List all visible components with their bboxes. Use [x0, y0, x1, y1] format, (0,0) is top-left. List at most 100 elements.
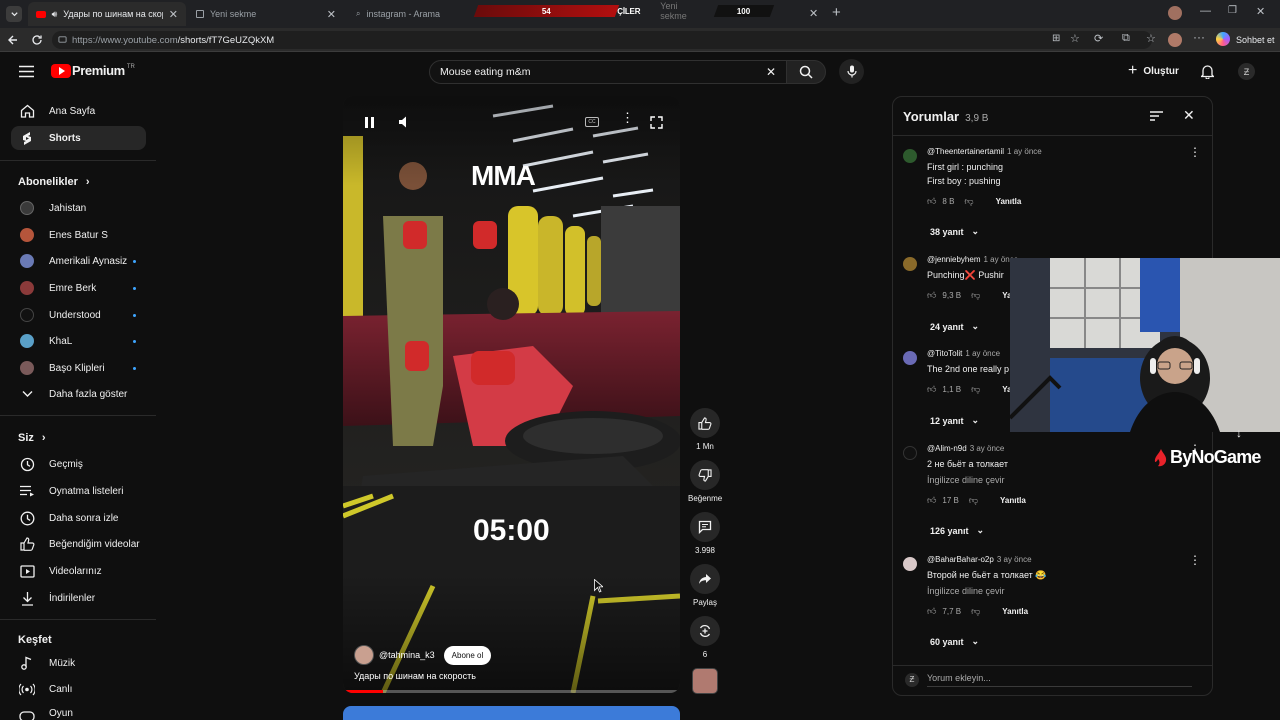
reply-button[interactable]: Yanıtla — [1000, 496, 1026, 505]
comment-avatar[interactable] — [903, 557, 917, 571]
new-tab-icon[interactable]: + — [832, 4, 841, 21]
thumb-down-icon[interactable]: 👎︎ — [971, 606, 980, 617]
comment-avatar[interactable] — [903, 257, 917, 271]
sidebar-item-subscription[interactable]: KhaL — [11, 329, 146, 353]
extensions-icon[interactable]: ⟳ — [1094, 32, 1103, 45]
hamburger-menu-icon[interactable] — [19, 65, 34, 78]
speaker-icon[interactable]: 🔊︎ — [52, 9, 58, 20]
site-info-icon[interactable] — [58, 35, 67, 44]
favorites-icon[interactable]: ☆ — [1146, 32, 1156, 45]
volume-icon[interactable] — [398, 115, 412, 129]
url-field[interactable]: https://www.youtube.com/shorts/fT7GeUZQk… — [52, 31, 1152, 49]
tab-youtube[interactable]: 🔊︎ Удары по шинам на скорость ✕ — [28, 2, 186, 26]
comment-avatar[interactable] — [903, 446, 917, 460]
subscribe-button[interactable]: Abone ol — [443, 645, 492, 665]
copilot-icon[interactable] — [1216, 32, 1230, 46]
profile-avatar[interactable] — [1168, 6, 1182, 20]
comments-button[interactable]: 3.998 — [688, 512, 722, 555]
close-icon[interactable]: ✕ — [1183, 107, 1195, 124]
close-icon[interactable]: ✕ — [809, 7, 818, 20]
sidebar-item-gaming[interactable]: Oyun — [11, 704, 146, 720]
youtube-logo[interactable]: Premium TR — [51, 64, 135, 78]
comment-input[interactable]: Yorum ekleyin... — [927, 673, 1192, 687]
sidebar-item-live[interactable]: Canlı — [11, 677, 146, 701]
comment-author[interactable]: @TitoTolit 1 ay önce — [927, 349, 1000, 358]
pause-icon[interactable] — [363, 116, 376, 129]
you-header[interactable]: Siz › — [18, 432, 46, 444]
thumb-down-icon[interactable]: 👎︎ — [971, 290, 980, 301]
split-screen-icon[interactable]: ⧉ — [1122, 32, 1130, 45]
view-replies-button[interactable]: 12 yanıt ⌄ — [930, 415, 979, 426]
translate-link[interactable]: İngilizce diline çevir — [927, 586, 1005, 596]
refresh-icon[interactable] — [31, 34, 43, 46]
comment-avatar[interactable] — [903, 351, 917, 365]
tab-list-button[interactable] — [6, 6, 22, 22]
close-icon[interactable]: ✕ — [169, 8, 178, 21]
comment-author[interactable]: @Theentertainertamil 1 ay önce — [927, 147, 1042, 156]
bookmark-star-icon[interactable]: ☆ — [1070, 32, 1080, 45]
dislike-button[interactable]: Beğenme — [688, 460, 722, 503]
arrow-down-icon[interactable]: ↓ — [1236, 426, 1242, 440]
view-replies-button[interactable]: 60 yanıt ⌄ — [930, 636, 979, 647]
captions-icon[interactable]: CC — [585, 117, 599, 127]
view-replies-button[interactable]: 24 yanıt ⌄ — [930, 321, 979, 332]
thumb-up-icon[interactable]: 👍︎ — [927, 606, 936, 617]
tab-new-1[interactable]: Yeni sekme ✕ — [188, 2, 344, 26]
subscriptions-header[interactable]: Abonelikler › — [18, 176, 90, 188]
search-button[interactable] — [786, 60, 826, 84]
fullscreen-icon[interactable] — [650, 116, 663, 129]
more-options-icon[interactable]: ⋮ — [1189, 554, 1201, 566]
comment-author[interactable]: @BaharBahar-o2p 3 ay önce — [927, 555, 1032, 564]
sidebar-item-subscription[interactable]: Başo Klipleri — [11, 356, 146, 380]
notifications-bell-icon[interactable] — [1201, 64, 1214, 79]
sidebar-item-history[interactable]: Geçmiş — [11, 452, 146, 476]
reply-button[interactable]: Yanıtla — [1002, 607, 1028, 616]
close-icon[interactable]: ✕ — [327, 8, 336, 21]
sidebar-item-watch-later[interactable]: Daha sonra izle — [11, 506, 146, 530]
sidebar-item-subscription[interactable]: Jahistan — [11, 196, 146, 220]
channel-avatar[interactable] — [354, 645, 374, 665]
channel-name[interactable]: @tahmina_k3 — [379, 650, 435, 660]
sidebar-item-shorts[interactable]: Shorts — [11, 126, 146, 150]
sound-thumbnail[interactable] — [692, 668, 718, 694]
comment-author[interactable]: @jenniebyhem 1 ay önce — [927, 255, 1018, 264]
view-replies-button[interactable]: 126 yanıt ⌄ — [930, 525, 984, 536]
more-options-icon[interactable]: ⋮ — [621, 111, 634, 124]
more-menu-icon[interactable]: ··· — [1193, 30, 1205, 44]
sidebar-item-home[interactable]: Ana Sayfa — [11, 99, 146, 123]
sidebar-item-subscription[interactable]: Understood — [11, 303, 146, 327]
tab-instagram[interactable]: ⌕ instagram - Arama — [348, 2, 474, 26]
close-window-icon[interactable]: ✕ — [1256, 5, 1265, 18]
thumb-down-icon[interactable]: 👎︎ — [969, 495, 978, 506]
thumb-up-icon[interactable]: 👍︎ — [927, 196, 936, 207]
shorts-video-player[interactable]: CC ⋮ MMA 05:00 @tahmina_k3 Abone ol Удар… — [343, 96, 680, 693]
sidebar-item-subscription[interactable]: Emre Berk — [11, 276, 146, 300]
clear-search-icon[interactable]: ✕ — [766, 65, 776, 79]
reply-button[interactable]: Yanıtla — [996, 197, 1022, 206]
account-avatar[interactable]: Ƶ — [1238, 63, 1255, 80]
sidebar-item-your-videos[interactable]: Videolarınız — [11, 559, 146, 583]
show-more-button[interactable]: Daha fazla göster — [11, 382, 146, 406]
back-arrow-icon[interactable] — [7, 34, 19, 46]
voice-search-button[interactable] — [839, 59, 864, 84]
thumb-up-icon[interactable]: 👍︎ — [927, 495, 936, 506]
view-replies-button[interactable]: 38 yanıt ⌄ — [930, 226, 979, 237]
maximize-icon[interactable]: ❐ — [1228, 5, 1237, 16]
account-avatar[interactable] — [1168, 33, 1182, 47]
search-input[interactable]: Mouse eating m&m ✕ — [429, 60, 825, 84]
app-install-icon[interactable]: ⊞ — [1052, 33, 1060, 44]
create-button[interactable]: + Oluştur — [1128, 63, 1179, 79]
like-button[interactable]: 1 Mn — [688, 408, 722, 451]
comment-avatar[interactable] — [903, 149, 917, 163]
next-video-preview[interactable] — [343, 706, 680, 720]
video-progress-track[interactable] — [343, 690, 680, 693]
thumb-down-icon[interactable]: 👎︎ — [971, 384, 980, 395]
comment-author[interactable]: @Alim-n9d 3 ay önce — [927, 444, 1004, 453]
chat-label[interactable]: Sohbet et — [1236, 35, 1275, 45]
minimize-icon[interactable]: — — [1200, 5, 1211, 17]
video-title[interactable]: Удары по шинам на скорость — [354, 671, 476, 681]
thumb-up-icon[interactable]: 👍︎ — [927, 290, 936, 301]
sort-icon[interactable] — [1150, 111, 1163, 121]
thumb-up-icon[interactable]: 👍︎ — [927, 384, 936, 395]
sidebar-item-playlists[interactable]: Oynatma listeleri — [11, 479, 146, 503]
